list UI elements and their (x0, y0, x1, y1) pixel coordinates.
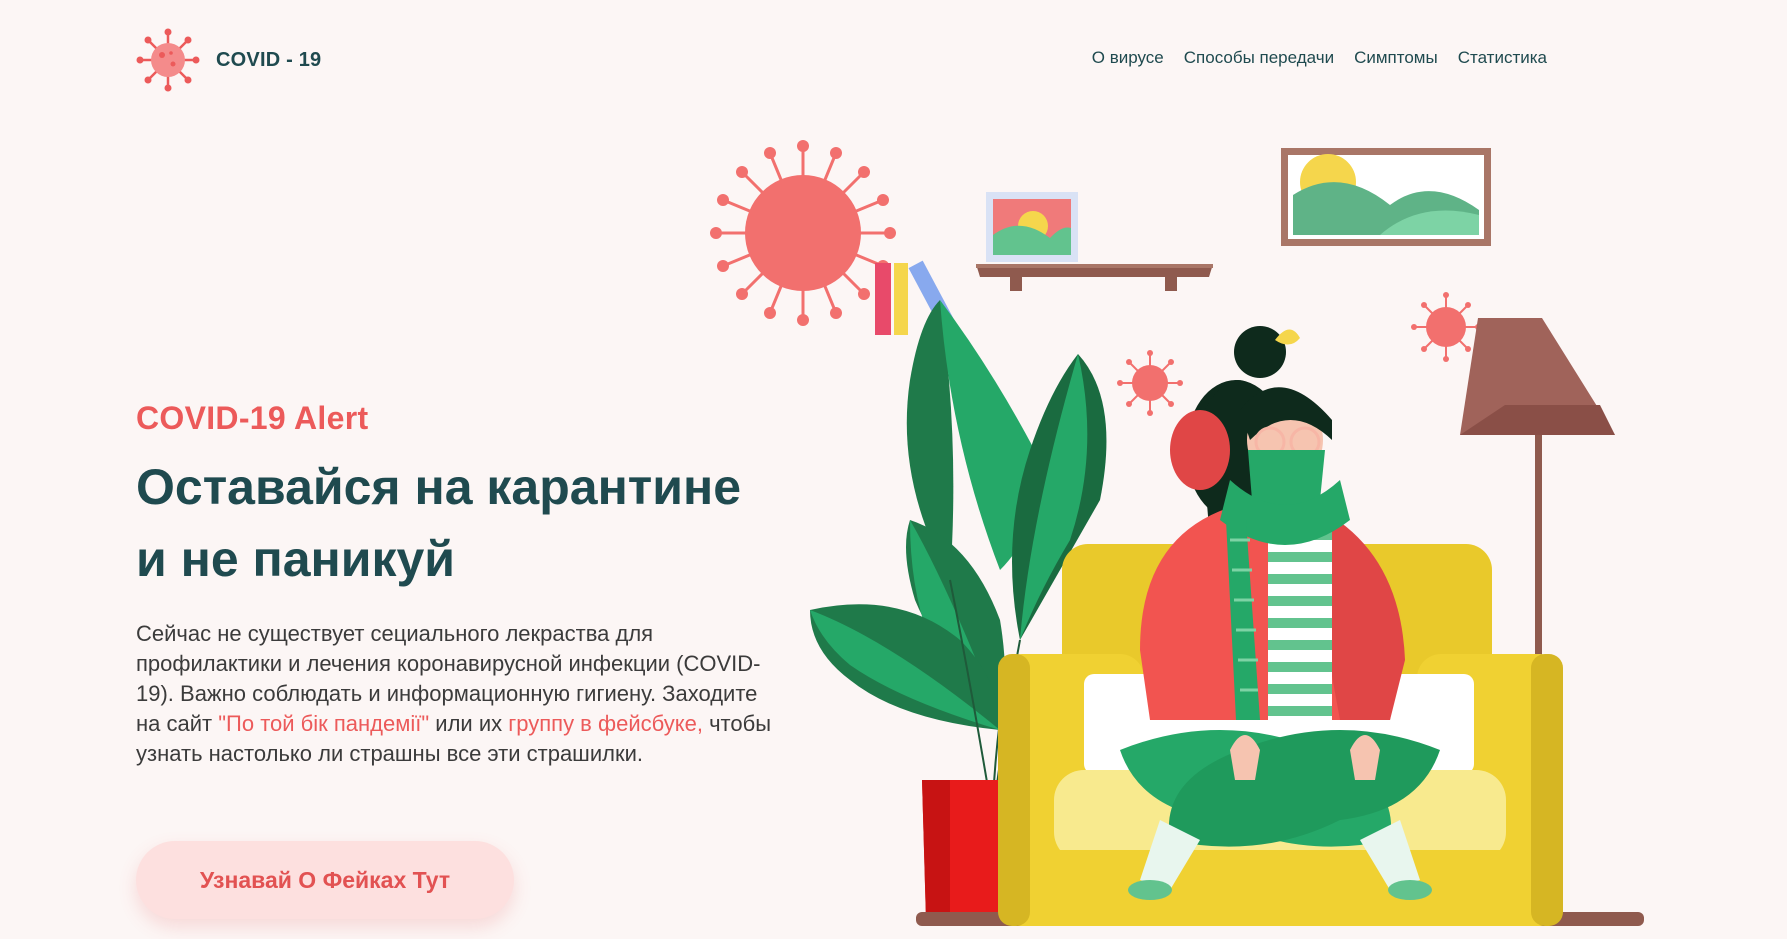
main-nav: О вирусе Способы передачи Симптомы Стати… (1092, 48, 1547, 68)
virus-large-icon (710, 140, 896, 326)
site-header: COVID - 19 О вирусе Способы передачи Сим… (0, 0, 1787, 120)
desc-text-2: или их (429, 711, 509, 736)
hero-section: COVID-19 Alert Оставайся на карантине и … (136, 400, 776, 791)
hero-illustration (700, 120, 1700, 934)
nav-item-statistics[interactable]: Статистика (1458, 48, 1547, 68)
logo-text: COVID - 19 (216, 48, 322, 71)
pandemic-site-link[interactable]: "По той бік пандемії" (218, 711, 429, 736)
hero-description: Сейчас не существует сециального лекраст… (136, 619, 776, 769)
wall-picture (1281, 148, 1491, 246)
nav-item-symptoms[interactable]: Симптомы (1354, 48, 1438, 68)
virus-small-icon (1117, 350, 1183, 416)
virus-icon (136, 28, 200, 92)
plant-pot (922, 780, 1010, 920)
shelf-illustration (875, 192, 1213, 335)
nav-item-about-virus[interactable]: О вирусе (1092, 48, 1164, 68)
learn-fakes-button[interactable]: Узнавай О Фейках Тут (136, 841, 514, 919)
virus-small-icon (1411, 292, 1481, 362)
logo-link[interactable]: COVID - 19 (136, 28, 321, 92)
page-title: Оставайся на карантине и не паникуй (136, 451, 776, 595)
alert-label: COVID-19 Alert (136, 400, 369, 436)
title-line-2: и не паникуй (136, 531, 456, 587)
facebook-group-link[interactable]: группу в фейсбуке, (508, 711, 703, 736)
nav-item-transmission[interactable]: Способы передачи (1184, 48, 1334, 68)
title-line-1: Оставайся на карантине (136, 459, 742, 515)
